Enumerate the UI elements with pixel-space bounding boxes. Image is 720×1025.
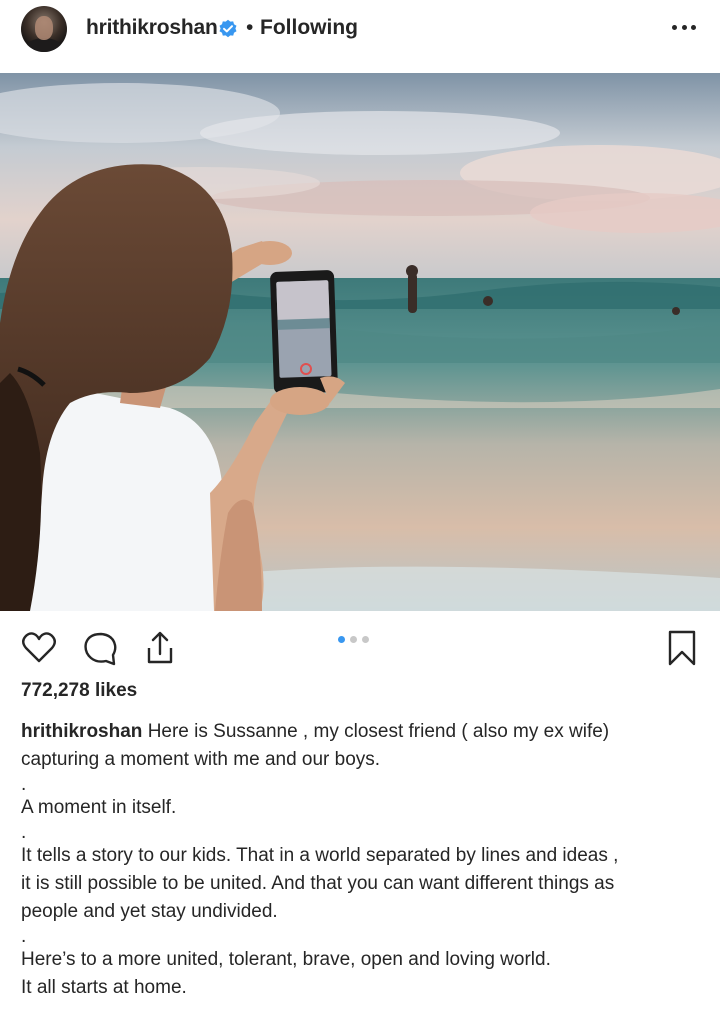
caption-line: Here is Sussanne , my closest friend ( a… bbox=[147, 721, 610, 742]
caption-line: It all starts at home. bbox=[21, 977, 187, 998]
caption-dot: . bbox=[21, 774, 27, 795]
caption-username[interactable]: hrithikroshan bbox=[21, 721, 142, 742]
heart-icon[interactable] bbox=[19, 628, 59, 668]
caption-dot: . bbox=[21, 822, 27, 843]
likes-count[interactable]: 772,278 likes bbox=[21, 680, 137, 702]
beach-photo bbox=[0, 73, 720, 611]
caption-line: Here’s to a more united, tolerant, brave… bbox=[21, 949, 551, 970]
bookmark-icon[interactable] bbox=[662, 628, 702, 668]
following-button[interactable]: Following bbox=[260, 16, 358, 40]
avatar[interactable] bbox=[21, 6, 67, 52]
comment-icon[interactable] bbox=[80, 628, 120, 668]
carousel-dot bbox=[350, 636, 357, 643]
verified-badge-icon bbox=[219, 19, 237, 38]
more-options-icon[interactable] bbox=[666, 16, 702, 38]
caption-line: it is still possible to be united. And t… bbox=[21, 873, 615, 894]
post-photo[interactable] bbox=[0, 73, 720, 611]
carousel-indicator bbox=[338, 636, 369, 643]
carousel-dot bbox=[362, 636, 369, 643]
caption-line: people and yet stay undivided. bbox=[21, 901, 278, 922]
caption-dot: . bbox=[21, 926, 27, 947]
caption-line: It tells a story to our kids. That in a … bbox=[21, 845, 619, 866]
post-username[interactable]: hrithikroshan bbox=[86, 16, 218, 40]
share-icon[interactable] bbox=[140, 628, 180, 668]
action-bar bbox=[0, 620, 720, 672]
carousel-dot-active bbox=[338, 636, 345, 643]
header-separator: • bbox=[246, 16, 254, 39]
caption-line: A moment in itself. bbox=[21, 797, 177, 818]
post-caption: hrithikroshan Here is Sussanne , my clos… bbox=[21, 718, 711, 1002]
post-header: hrithikroshan • Following bbox=[0, 0, 720, 58]
caption-line: capturing a moment with me and our boys. bbox=[21, 749, 381, 770]
